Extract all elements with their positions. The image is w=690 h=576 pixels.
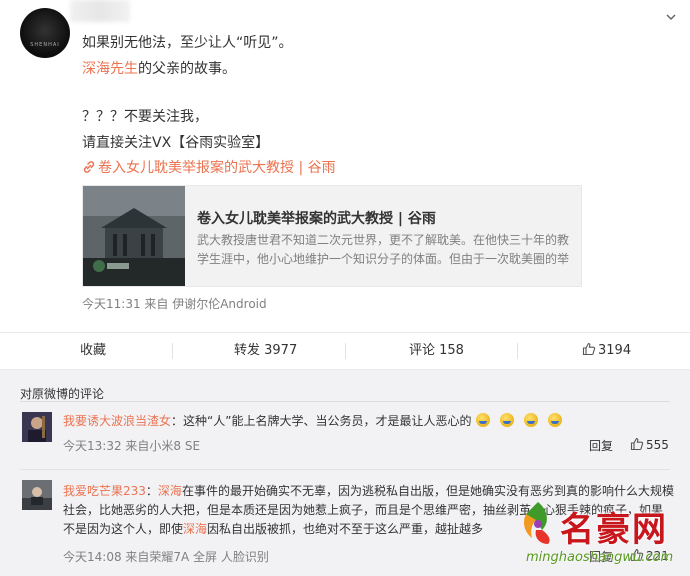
avatar[interactable]: SHENHAI (20, 8, 70, 58)
like-count: 3194 (598, 343, 632, 358)
post-meta: 今天11:31 来自 伊谢尔伦Android (82, 297, 267, 311)
thumbs-up-icon (582, 335, 596, 356)
mention-link[interactable]: 深海 (183, 522, 207, 536)
article-link-label: 卷入女儿耽美举报案的武大教授 | 谷雨 (98, 160, 336, 176)
post-line-3: ？？？不要关注我， (82, 109, 208, 125)
action-divider (172, 343, 173, 359)
thumbs-up-icon (630, 437, 644, 451)
comment-username[interactable]: 我要诱大波浪当渣女 (63, 414, 171, 428)
watermark-title: 名豪网 (560, 510, 668, 550)
comment-like-button[interactable]: 555 (630, 437, 669, 452)
comment-avatar[interactable] (22, 480, 52, 510)
emoji-icon (524, 413, 539, 427)
comments-divider (20, 401, 670, 402)
emoji-icon (500, 413, 515, 427)
comment-button[interactable]: 评论 158 (409, 333, 464, 369)
article-card[interactable]: 卷入女儿耽美举报案的武大教授 | 谷雨 武大教授唐世君不知道二次元世界，更不了解… (82, 185, 582, 287)
mention-link[interactable]: 深海 (158, 484, 182, 498)
comment-avatar[interactable] (22, 412, 52, 442)
comment-body: ：这种“人”能上名牌大学、当公务员，才是最让人恶心的 (171, 414, 472, 428)
action-divider (345, 343, 346, 359)
comment-divider (20, 469, 670, 470)
comment-meta: 今天14:08 来自荣耀7A 全屏 人脸识别 (63, 550, 269, 564)
repost-button[interactable]: 转发 3977 (234, 333, 297, 369)
mention-link[interactable]: 深海先生 (82, 61, 138, 77)
like-button[interactable]: 3194 (582, 333, 631, 369)
article-card-description: 武大教授唐世君不知道二次元世界，更不了解耽美。在他快三十年的教学生涯中，他小心地… (197, 233, 570, 266)
comment-body: 因私自出版被抓，也绝对不至于这么严重，越扯越多 (207, 522, 484, 536)
watermark-url: minghaoshangwu.com (526, 550, 674, 565)
username-blurred (70, 0, 130, 22)
avatar-mark: SHENHAI (30, 42, 60, 48)
post-line-2: 深海先生的父亲的故事。 (82, 58, 236, 80)
post-line-4: 请直接关注VX【谷雨实验室】 (82, 135, 270, 151)
reply-button[interactable]: 回复 (589, 437, 613, 454)
watermark-logo-icon (518, 500, 558, 546)
comments-heading: 对原微博的评论 (20, 387, 105, 401)
action-bar: 收藏 转发 3977 评论 158 3194 (0, 332, 690, 370)
article-link[interactable]: 卷入女儿耽美举报案的武大教授 | 谷雨 (82, 158, 336, 178)
collect-button[interactable]: 收藏 (80, 333, 106, 369)
action-divider (517, 343, 518, 359)
post-line-1: 如果别无他法，至少让人“听见”。 (82, 35, 293, 51)
post-line-2-rest: 的父亲的故事。 (138, 61, 236, 77)
comment-text: 我要诱大波浪当渣女：这种“人”能上名牌大学、当公务员，才是最让人恶心的 (63, 412, 567, 431)
emoji-icon (548, 413, 563, 427)
weibo-post: SHENHAI 如果别无他法，至少让人“听见”。 深海先生的父亲的故事。 ？？？… (0, 0, 690, 332)
comment-colon: ： (145, 484, 158, 498)
article-card-title: 卷入女儿耽美举报案的武大教授 | 谷雨 (197, 211, 436, 227)
comment-like-count: 555 (646, 438, 669, 452)
comment-meta: 今天13:32 来自小米8 SE (63, 439, 201, 453)
comment-username[interactable]: 我爱吃芒果233 (63, 484, 146, 498)
link-icon (82, 160, 96, 174)
article-thumbnail (83, 186, 185, 286)
comment-body: 不是因为这个人，即使 (63, 522, 184, 536)
watermark: 名豪网 minghaoshangwu.com (510, 490, 690, 576)
emoji-icon (476, 413, 491, 427)
chevron-down-icon[interactable] (664, 10, 678, 24)
